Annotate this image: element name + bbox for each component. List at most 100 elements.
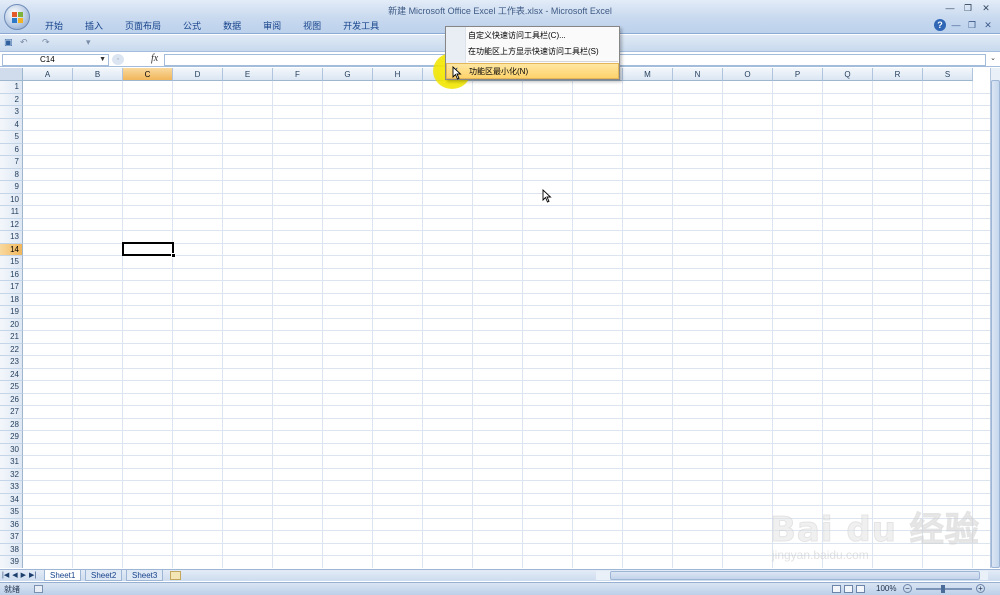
tab-view[interactable]: 视图 [292,19,332,33]
row-header-27[interactable]: 27 [0,406,23,419]
row-header-1[interactable]: 1 [0,81,23,94]
chevron-down-icon[interactable]: ▼ [99,55,106,65]
page-layout-view-icon[interactable] [844,585,853,593]
row-header-31[interactable]: 31 [0,456,23,469]
tab-data[interactable]: 数据 [212,19,252,33]
row-header-39[interactable]: 39 [0,556,23,568]
sheet-tab-sheet3[interactable]: Sheet3 [126,570,164,581]
row-header-35[interactable]: 35 [0,506,23,519]
active-cell[interactable] [122,242,176,258]
prev-sheet-icon[interactable]: ◀ [12,571,17,579]
menu-item-minimize-ribbon[interactable]: ✓ 功能区最小化(N) [446,63,619,79]
row-header-22[interactable]: 22 [0,343,23,356]
row-header-17[interactable]: 17 [0,281,23,294]
sheet-tab-sheet1[interactable]: Sheet1 [44,570,82,581]
column-header-q[interactable]: Q [823,68,873,81]
tab-insert[interactable]: 插入 [74,19,114,33]
row-header-38[interactable]: 38 [0,543,23,556]
tab-developer[interactable]: 开发工具 [332,19,390,33]
expand-formula-bar-icon[interactable]: ⌄ [988,54,998,66]
row-header-10[interactable]: 10 [0,193,23,206]
row-header-12[interactable]: 12 [0,218,23,231]
name-box[interactable]: C14 ▼ [2,54,109,66]
last-sheet-icon[interactable]: ▶| [29,571,36,579]
column-header-e[interactable]: E [223,68,273,81]
row-header-29[interactable]: 29 [0,431,23,444]
customize-toolbar-icon[interactable]: ▾ [86,37,91,48]
restore-icon[interactable]: ❐ [960,2,976,14]
horizontal-scroll-thumb[interactable] [610,571,980,580]
tab-home[interactable]: 开始 [34,19,74,33]
row-header-28[interactable]: 28 [0,418,23,431]
workbook-restore-icon[interactable]: ❐ [966,19,978,31]
close-icon[interactable]: ✕ [978,2,994,14]
column-header-a[interactable]: A [23,68,73,81]
row-header-32[interactable]: 32 [0,468,23,481]
column-header-b[interactable]: B [73,68,123,81]
fill-handle[interactable] [171,253,176,258]
row-header-30[interactable]: 30 [0,443,23,456]
undo-icon[interactable]: ↶ [20,37,28,48]
row-header-18[interactable]: 18 [0,293,23,306]
row-header-5[interactable]: 5 [0,131,23,144]
row-header-33[interactable]: 33 [0,481,23,494]
row-header-21[interactable]: 21 [0,331,23,344]
row-header-9[interactable]: 9 [0,181,23,194]
row-header-4[interactable]: 4 [0,118,23,131]
insert-function-icon[interactable]: fx [151,53,158,64]
column-header-g[interactable]: G [323,68,373,81]
tab-formulas[interactable]: 公式 [172,19,212,33]
normal-view-icon[interactable] [832,585,841,593]
row-header-13[interactable]: 13 [0,231,23,244]
vertical-scroll-thumb[interactable] [991,80,1000,568]
row-header-24[interactable]: 24 [0,368,23,381]
redo-icon[interactable]: ↷ [42,37,50,48]
save-icon[interactable]: ▣ [4,37,13,48]
row-header-16[interactable]: 16 [0,268,23,281]
zoom-in-icon[interactable]: + [976,584,985,593]
next-sheet-icon[interactable]: ▶ [21,571,26,579]
row-header-36[interactable]: 36 [0,518,23,531]
row-header-15[interactable]: 15 [0,256,23,269]
horizontal-scrollbar[interactable] [596,571,988,580]
row-header-3[interactable]: 3 [0,106,23,119]
row-header-7[interactable]: 7 [0,156,23,169]
column-header-d[interactable]: D [173,68,223,81]
help-icon[interactable]: ? [934,19,946,31]
column-header-m[interactable]: M [623,68,673,81]
menu-item-show-qat-above[interactable]: 在功能区上方显示快速访问工具栏(S) [446,44,619,60]
column-header-o[interactable]: O [723,68,773,81]
row-header-23[interactable]: 23 [0,356,23,369]
row-header-34[interactable]: 34 [0,493,23,506]
row-header-14[interactable]: 14 [0,243,23,256]
column-header-n[interactable]: N [673,68,723,81]
sheet-tab-sheet2[interactable]: Sheet2 [85,570,123,581]
column-header-h[interactable]: H [373,68,423,81]
tab-review[interactable]: 审阅 [252,19,292,33]
workbook-close-icon[interactable]: ✕ [982,19,994,31]
row-header-6[interactable]: 6 [0,143,23,156]
zoom-level[interactable]: 100% [876,584,896,593]
row-header-8[interactable]: 8 [0,168,23,181]
row-header-2[interactable]: 2 [0,93,23,106]
minimize-icon[interactable]: — [942,2,958,14]
zoom-slider-thumb[interactable] [941,585,945,593]
zoom-slider[interactable] [916,585,972,593]
row-header-19[interactable]: 19 [0,306,23,319]
column-header-c[interactable]: C [123,68,173,81]
column-header-r[interactable]: R [873,68,923,81]
row-header-11[interactable]: 11 [0,206,23,219]
row-header-25[interactable]: 25 [0,381,23,394]
workbook-minimize-icon[interactable]: — [950,19,962,31]
page-break-view-icon[interactable] [856,585,865,593]
vertical-scrollbar[interactable] [990,68,1000,568]
tab-page-layout[interactable]: 页面布局 [114,19,172,33]
row-header-26[interactable]: 26 [0,393,23,406]
select-all-corner[interactable] [0,68,23,81]
column-header-f[interactable]: F [273,68,323,81]
macro-record-icon[interactable] [34,585,43,593]
first-sheet-icon[interactable]: |◀ [2,571,9,579]
zoom-out-icon[interactable]: − [903,584,912,593]
menu-item-customize-qat[interactable]: 自定义快速访问工具栏(C)... [446,28,619,44]
insert-sheet-icon[interactable] [170,571,181,580]
